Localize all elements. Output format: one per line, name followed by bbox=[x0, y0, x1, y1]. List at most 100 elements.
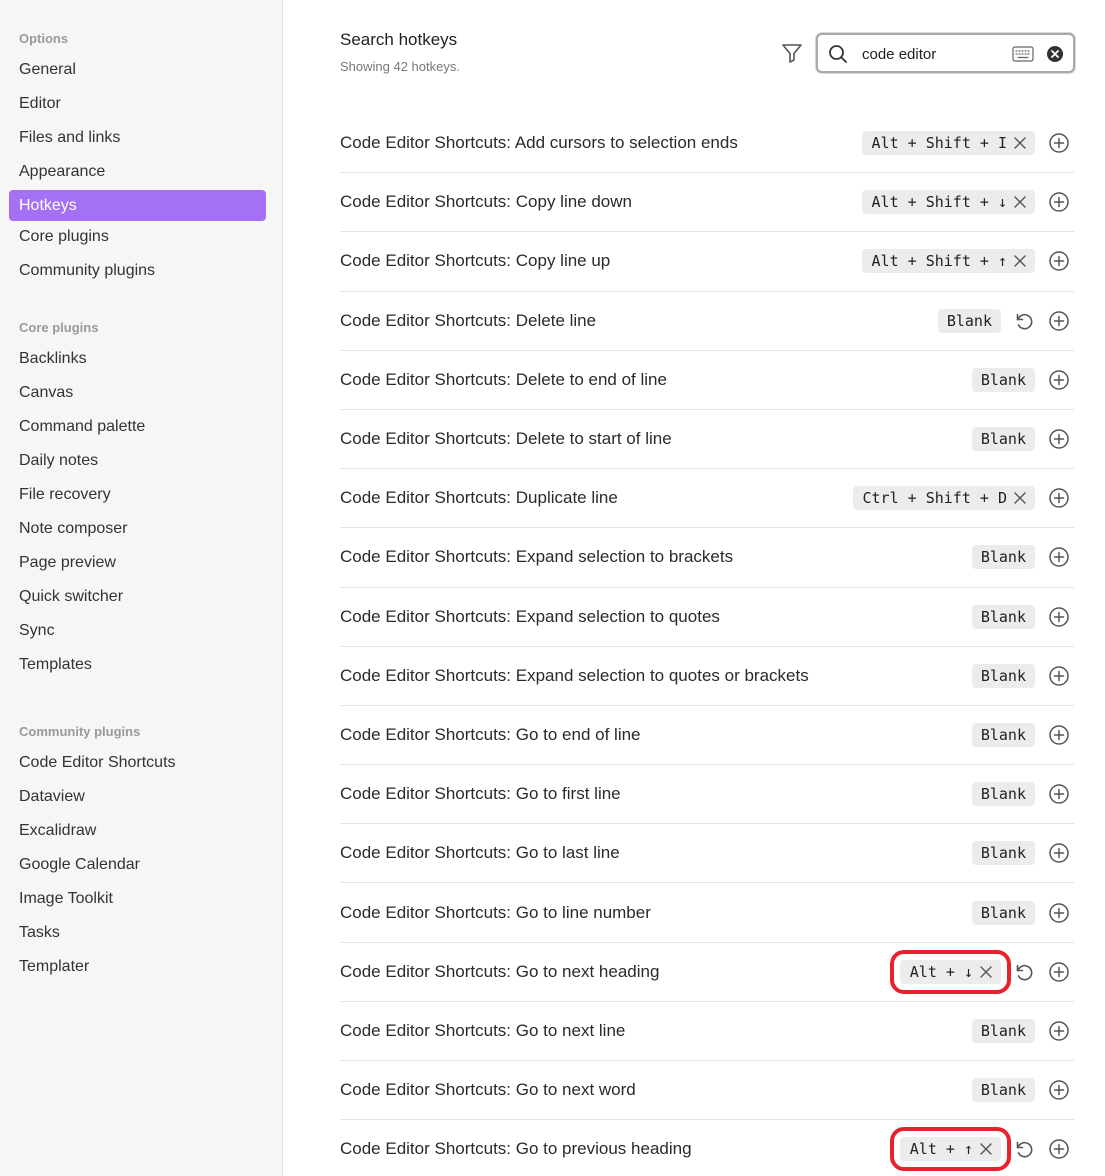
sidebar-item-code-editor-shortcuts[interactable]: Code Editor Shortcuts bbox=[9, 747, 266, 781]
hotkey-row: Code Editor Shortcuts: Go to previous he… bbox=[340, 1120, 1074, 1176]
add-hotkey-icon[interactable] bbox=[1048, 250, 1070, 272]
filter-icon[interactable] bbox=[780, 41, 804, 65]
hotkey-command-label: Code Editor Shortcuts: Go to last line bbox=[340, 843, 620, 863]
add-hotkey-icon[interactable] bbox=[1048, 902, 1070, 924]
restore-default-icon[interactable] bbox=[1013, 310, 1035, 332]
add-hotkey-icon[interactable] bbox=[1048, 724, 1070, 746]
restore-default-icon[interactable] bbox=[1013, 1138, 1035, 1160]
add-hotkey-icon[interactable] bbox=[1048, 369, 1070, 391]
hotkey-row: Code Editor Shortcuts: Go to next line Bl… bbox=[340, 1002, 1074, 1061]
hotkey-chip[interactable]: Alt + ↑ bbox=[889, 1127, 1012, 1172]
sidebar-item-templates[interactable]: Templates bbox=[9, 649, 266, 683]
add-hotkey-icon[interactable] bbox=[1048, 606, 1070, 628]
add-hotkey-icon[interactable] bbox=[1048, 842, 1070, 864]
hotkey-row: Code Editor Shortcuts: Go to end of line… bbox=[340, 706, 1074, 766]
hotkey-command-label: Code Editor Shortcuts: Go to line number bbox=[340, 902, 651, 922]
hotkey-row: Code Editor Shortcuts: Delete to start o… bbox=[340, 410, 1074, 470]
add-hotkey-icon[interactable] bbox=[1048, 1138, 1070, 1160]
remove-hotkey-icon[interactable] bbox=[1013, 195, 1027, 209]
hotkey-controls: Blank bbox=[971, 765, 1074, 823]
hotkey-controls: Blank bbox=[971, 351, 1074, 409]
sidebar-item-community-plugins[interactable]: Community plugins bbox=[9, 255, 266, 289]
hotkey-chip[interactable]: Alt + Shift + ↑ bbox=[861, 249, 1035, 274]
hotkey-controls: Blank bbox=[971, 1061, 1074, 1119]
sidebar-item-note-composer[interactable]: Note composer bbox=[9, 513, 266, 547]
add-hotkey-icon[interactable] bbox=[1048, 1020, 1070, 1042]
add-hotkey-icon[interactable] bbox=[1048, 191, 1070, 213]
add-hotkey-icon[interactable] bbox=[1048, 546, 1070, 568]
hotkey-chip[interactable]: Alt + ↓ bbox=[889, 949, 1012, 994]
search-field[interactable] bbox=[816, 33, 1075, 73]
hotkey-value: Blank bbox=[980, 1081, 1026, 1100]
add-hotkey-icon[interactable] bbox=[1048, 783, 1070, 805]
hotkey-list: Code Editor Shortcuts: Add cursors to se… bbox=[340, 114, 1074, 1176]
hotkey-value: Blank bbox=[980, 903, 1026, 922]
sidebar-item-command-palette[interactable]: Command palette bbox=[9, 411, 266, 445]
sidebar-item-files-and-links[interactable]: Files and links bbox=[9, 122, 266, 156]
sidebar-heading: Core plugins bbox=[19, 320, 99, 335]
hotkey-row: Code Editor Shortcuts: Delete line Blank bbox=[340, 292, 1074, 351]
hotkey-row: Code Editor Shortcuts: Go to next word Bl… bbox=[340, 1061, 1074, 1121]
settings-sidebar: Options General Editor Files and links Appea… bbox=[0, 0, 283, 1176]
hotkey-chip[interactable]: Alt + Shift + I bbox=[861, 131, 1035, 156]
hotkey-value: Alt + Shift + ↑ bbox=[871, 252, 1007, 271]
sidebar-heading: Options bbox=[19, 31, 69, 46]
add-hotkey-icon[interactable] bbox=[1048, 310, 1070, 332]
hotkey-controls: Alt + ↑ bbox=[889, 1120, 1074, 1176]
sidebar-item-appearance[interactable]: Appearance bbox=[9, 156, 266, 190]
sidebar-item-editor[interactable]: Editor bbox=[9, 88, 266, 122]
keyboard-icon[interactable] bbox=[1012, 45, 1034, 63]
hotkey-row: Code Editor Shortcuts: Expand selection … bbox=[340, 588, 1074, 647]
sidebar-item-google-calendar[interactable]: Google Calendar bbox=[9, 849, 266, 883]
sidebar-item-daily-notes[interactable]: Daily notes bbox=[9, 445, 266, 479]
remove-hotkey-icon[interactable] bbox=[1013, 136, 1027, 150]
sidebar-item-sync[interactable]: Sync bbox=[9, 615, 266, 649]
sidebar-item-backlinks[interactable]: Backlinks bbox=[9, 343, 266, 377]
sidebar-item-file-recovery[interactable]: File recovery bbox=[9, 479, 266, 513]
hotkey-value: Blank bbox=[980, 548, 1026, 567]
hotkey-row: Code Editor Shortcuts: Go to last line Bl… bbox=[340, 824, 1074, 884]
remove-hotkey-icon[interactable] bbox=[1013, 254, 1027, 268]
remove-hotkey-icon[interactable] bbox=[979, 965, 993, 979]
hotkey-controls: Blank bbox=[971, 528, 1074, 586]
hotkey-row: Code Editor Shortcuts: Go to first line B… bbox=[340, 765, 1074, 825]
hotkey-blank-chip: Blank bbox=[971, 782, 1035, 807]
add-hotkey-icon[interactable] bbox=[1048, 428, 1070, 450]
sidebar-item-tasks[interactable]: Tasks bbox=[9, 917, 266, 951]
sidebar-item-page-preview[interactable]: Page preview bbox=[9, 547, 266, 581]
sidebar-item-core-plugins[interactable]: Core plugins bbox=[9, 221, 266, 255]
sidebar-item-templater[interactable]: Templater bbox=[9, 951, 266, 985]
hotkey-value: Blank bbox=[980, 607, 1026, 626]
sidebar-item-excalidraw[interactable]: Excalidraw bbox=[9, 815, 266, 849]
sidebar-item-general[interactable]: General bbox=[9, 54, 266, 88]
hotkey-chip[interactable]: Alt + Shift + ↓ bbox=[861, 190, 1035, 215]
remove-hotkey-icon[interactable] bbox=[979, 1142, 993, 1156]
add-hotkey-icon[interactable] bbox=[1048, 665, 1070, 687]
add-hotkey-icon[interactable] bbox=[1048, 132, 1070, 154]
hotkey-blank-chip: Blank bbox=[971, 367, 1035, 392]
hotkey-row: Code Editor Shortcuts: Copy line down Alt… bbox=[340, 173, 1074, 233]
sidebar-item-canvas[interactable]: Canvas bbox=[9, 377, 266, 411]
sidebar-item-quick-switcher[interactable]: Quick switcher bbox=[9, 581, 266, 615]
hotkey-controls: Blank bbox=[971, 883, 1074, 941]
hotkey-command-label: Code Editor Shortcuts: Delete to start o… bbox=[340, 429, 672, 449]
hotkey-chip[interactable]: Ctrl + Shift + D bbox=[852, 486, 1035, 511]
hotkey-value: Blank bbox=[980, 1021, 1026, 1040]
restore-default-icon[interactable] bbox=[1013, 961, 1035, 983]
hotkey-row: Code Editor Shortcuts: Go to next headin… bbox=[340, 943, 1074, 1002]
sidebar-item-dataview[interactable]: Dataview bbox=[9, 781, 266, 815]
hotkey-value: Alt + Shift + I bbox=[871, 134, 1007, 153]
hotkey-count: Showing 42 hotkeys. bbox=[340, 59, 460, 74]
hotkey-controls: Alt + Shift + ↓ bbox=[861, 173, 1074, 231]
clear-icon[interactable] bbox=[1046, 45, 1064, 63]
add-hotkey-icon[interactable] bbox=[1048, 1079, 1070, 1101]
hotkey-value: Alt + ↓ bbox=[909, 962, 973, 981]
sidebar-item-image-toolkit[interactable]: Image Toolkit bbox=[9, 883, 266, 917]
add-hotkey-icon[interactable] bbox=[1048, 487, 1070, 509]
remove-hotkey-icon[interactable] bbox=[1013, 491, 1027, 505]
sidebar-item-hotkeys[interactable]: Hotkeys bbox=[9, 190, 266, 221]
search-input[interactable] bbox=[862, 43, 1002, 65]
add-hotkey-icon[interactable] bbox=[1048, 961, 1070, 983]
